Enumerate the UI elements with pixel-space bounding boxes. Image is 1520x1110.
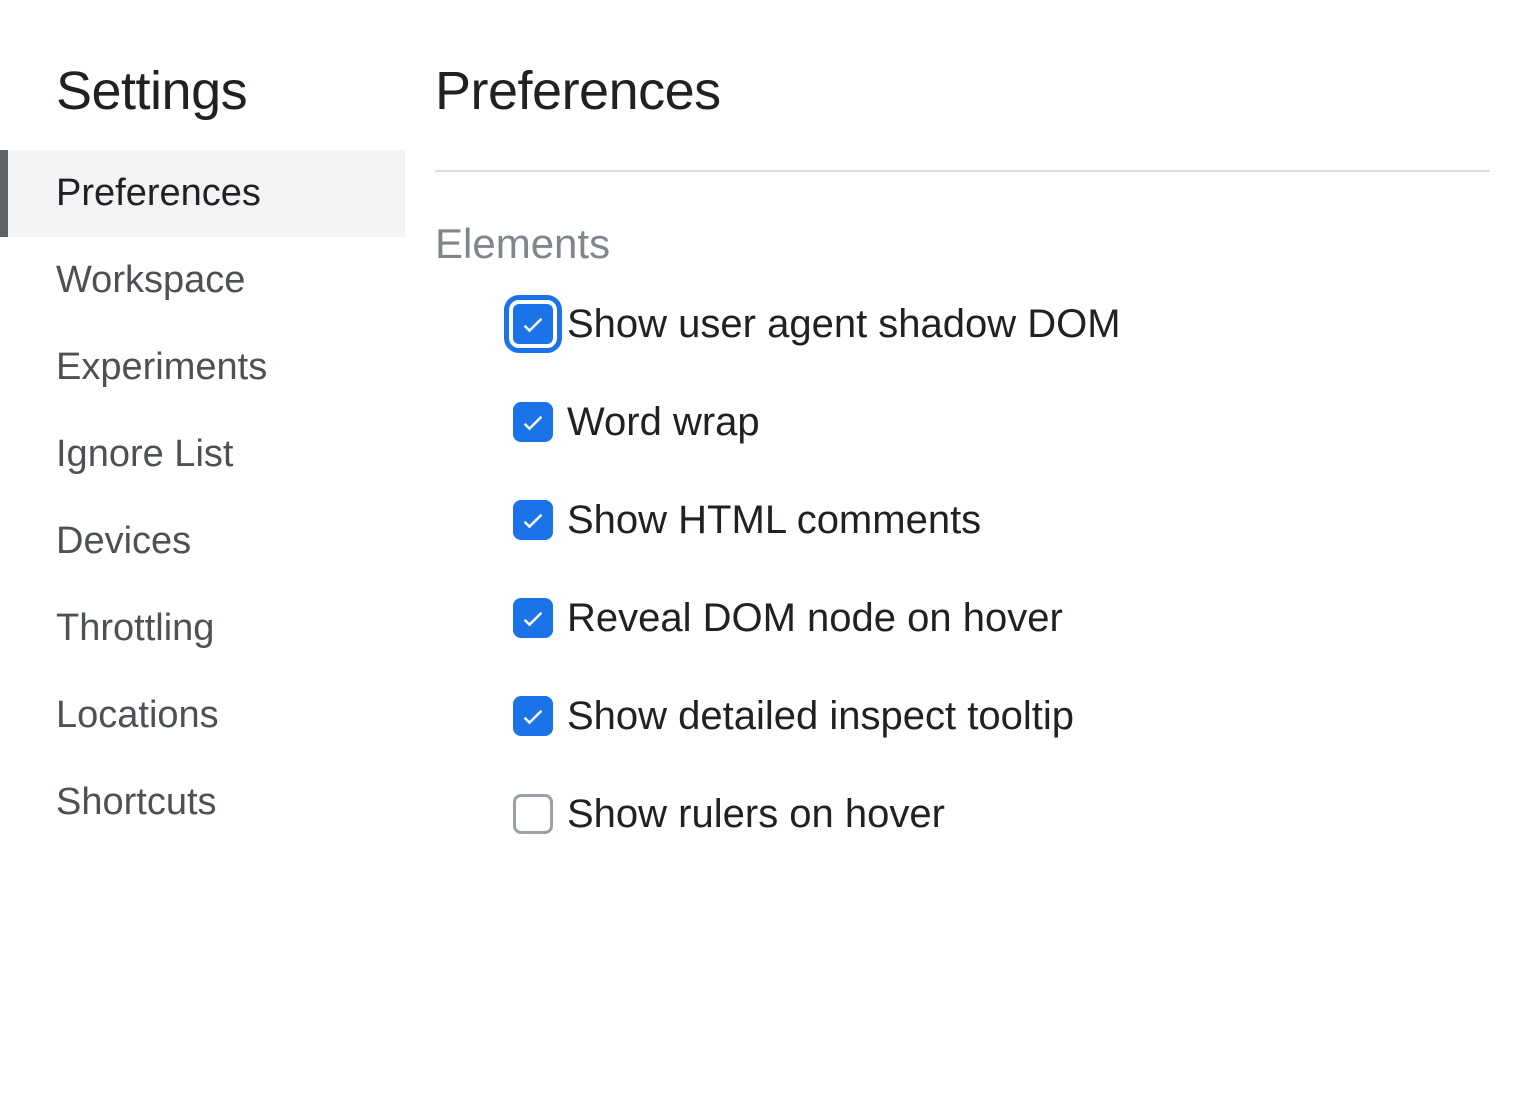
checkbox-show-detailed-inspect-tooltip[interactable] (513, 696, 553, 736)
check-icon (519, 604, 547, 632)
settings-sidebar: Settings Preferences Workspace Experimen… (0, 60, 405, 1110)
option-label: Reveal DOM node on hover (567, 598, 1063, 638)
sidebar-item-label: Ignore List (56, 433, 233, 475)
option-label: Show user agent shadow DOM (567, 304, 1121, 344)
sidebar-item-label: Shortcuts (56, 781, 217, 823)
sidebar-item-label: Throttling (56, 607, 214, 649)
elements-options: Show user agent shadow DOM Word wrap Sho… (435, 304, 1490, 834)
sidebar-item-workspace[interactable]: Workspace (0, 237, 405, 324)
option-label: Word wrap (567, 402, 760, 442)
option-word-wrap[interactable]: Word wrap (513, 402, 1490, 442)
option-label: Show detailed inspect tooltip (567, 696, 1074, 736)
sidebar-title: Settings (0, 60, 405, 150)
checkbox-word-wrap[interactable] (513, 402, 553, 442)
check-icon (519, 506, 547, 534)
page-title: Preferences (435, 60, 1490, 172)
option-show-detailed-inspect-tooltip[interactable]: Show detailed inspect tooltip (513, 696, 1490, 736)
sidebar-item-locations[interactable]: Locations (0, 672, 405, 759)
option-label: Show HTML comments (567, 500, 981, 540)
sidebar-item-ignore-list[interactable]: Ignore List (0, 411, 405, 498)
sidebar-item-label: Experiments (56, 346, 267, 388)
sidebar-item-throttling[interactable]: Throttling (0, 585, 405, 672)
sidebar-item-devices[interactable]: Devices (0, 498, 405, 585)
sidebar-item-label: Preferences (56, 172, 261, 214)
sidebar-item-label: Workspace (56, 259, 245, 301)
main-content: Preferences Elements Show user agent sha… (405, 60, 1520, 1110)
checkbox-show-html-comments[interactable] (513, 500, 553, 540)
sidebar-item-label: Locations (56, 694, 219, 736)
check-icon (519, 702, 547, 730)
option-show-user-agent-shadow-dom[interactable]: Show user agent shadow DOM (513, 304, 1490, 344)
option-reveal-dom-node-on-hover[interactable]: Reveal DOM node on hover (513, 598, 1490, 638)
section-title-elements: Elements (435, 220, 1490, 268)
sidebar-item-preferences[interactable]: Preferences (0, 150, 405, 237)
sidebar-items: Preferences Workspace Experiments Ignore… (0, 150, 405, 846)
check-icon (519, 310, 547, 338)
sidebar-item-shortcuts[interactable]: Shortcuts (0, 759, 405, 846)
checkbox-reveal-dom-node-on-hover[interactable] (513, 598, 553, 638)
option-show-rulers-on-hover[interactable]: Show rulers on hover (513, 794, 1490, 834)
sidebar-item-label: Devices (56, 520, 191, 562)
sidebar-item-experiments[interactable]: Experiments (0, 324, 405, 411)
option-show-html-comments[interactable]: Show HTML comments (513, 500, 1490, 540)
check-icon (519, 408, 547, 436)
option-label: Show rulers on hover (567, 794, 945, 834)
checkbox-show-rulers-on-hover[interactable] (513, 794, 553, 834)
checkbox-show-user-agent-shadow-dom[interactable] (513, 304, 553, 344)
